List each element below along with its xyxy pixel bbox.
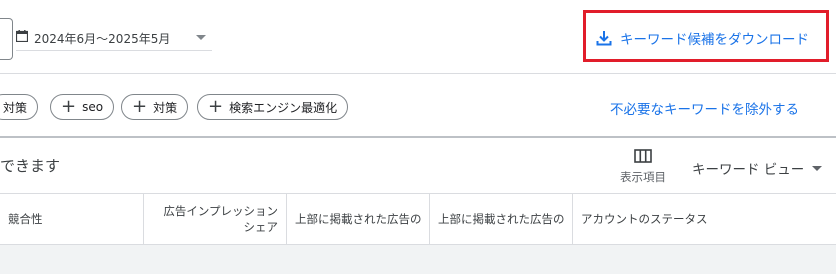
header-label: 広告インプレッション シェア <box>163 204 278 234</box>
chevron-down-icon <box>812 165 823 171</box>
table-body <box>0 245 836 274</box>
header-label: 上部に掲載された広告の <box>438 212 565 226</box>
column-header-top-of-page-bid-high[interactable]: 上部に掲載された広告の <box>430 194 573 244</box>
header-label: 上部に掲載された広告の <box>295 212 422 226</box>
chip-label: seo <box>82 100 104 114</box>
divider <box>0 73 836 74</box>
column-header-competition[interactable]: 競合性 <box>0 194 144 244</box>
view-label: キーワード ビュー <box>692 162 805 178</box>
columns-label: 表示項目 <box>620 170 666 184</box>
column-header-impression-share[interactable]: 広告インプレッション シェア <box>144 194 287 244</box>
exclude-keywords-link[interactable]: 不必要なキーワードを除外する <box>610 98 799 118</box>
download-keywords-button[interactable]: キーワード候補をダウンロード <box>596 28 809 48</box>
plus-icon: + <box>132 96 148 117</box>
date-range-selector[interactable]: 2024年6月～2025年5月 <box>16 26 212 51</box>
view-selector[interactable]: キーワード ビュー <box>692 158 823 178</box>
refine-chip[interactable]: 対策 <box>0 94 39 120</box>
header-label: 競合性 <box>8 212 43 226</box>
download-keywords-label: キーワード候補をダウンロード <box>620 32 809 48</box>
header-label: アカウントのステータス <box>581 212 708 226</box>
columns-icon <box>634 149 652 163</box>
add-keyword-chip[interactable]: + 対策 <box>121 94 189 120</box>
section-divider <box>0 136 836 138</box>
columns-button[interactable]: 表示項目 <box>614 149 672 185</box>
plus-icon: + <box>208 96 224 117</box>
add-keyword-chip[interactable]: + 検索エンジン最適化 <box>197 94 349 120</box>
column-header-top-of-page-bid-low[interactable]: 上部に掲載された広告の <box>287 194 430 244</box>
date-range-value: 2024年6月～2025年5月 <box>34 32 171 46</box>
section-description: できます <box>0 157 61 175</box>
calendar-icon <box>16 30 28 42</box>
add-keyword-chip[interactable]: + seo <box>50 94 115 120</box>
download-icon <box>596 31 612 46</box>
previous-field-edge[interactable] <box>0 18 13 60</box>
plus-icon: + <box>61 96 77 117</box>
column-header-account-status[interactable]: アカウントのステータス <box>573 194 836 244</box>
chip-label: 対策 <box>153 100 178 115</box>
chip-label: 対策 <box>3 100 28 115</box>
chip-label: 検索エンジン最適化 <box>229 100 338 115</box>
chevron-down-icon <box>196 35 206 40</box>
